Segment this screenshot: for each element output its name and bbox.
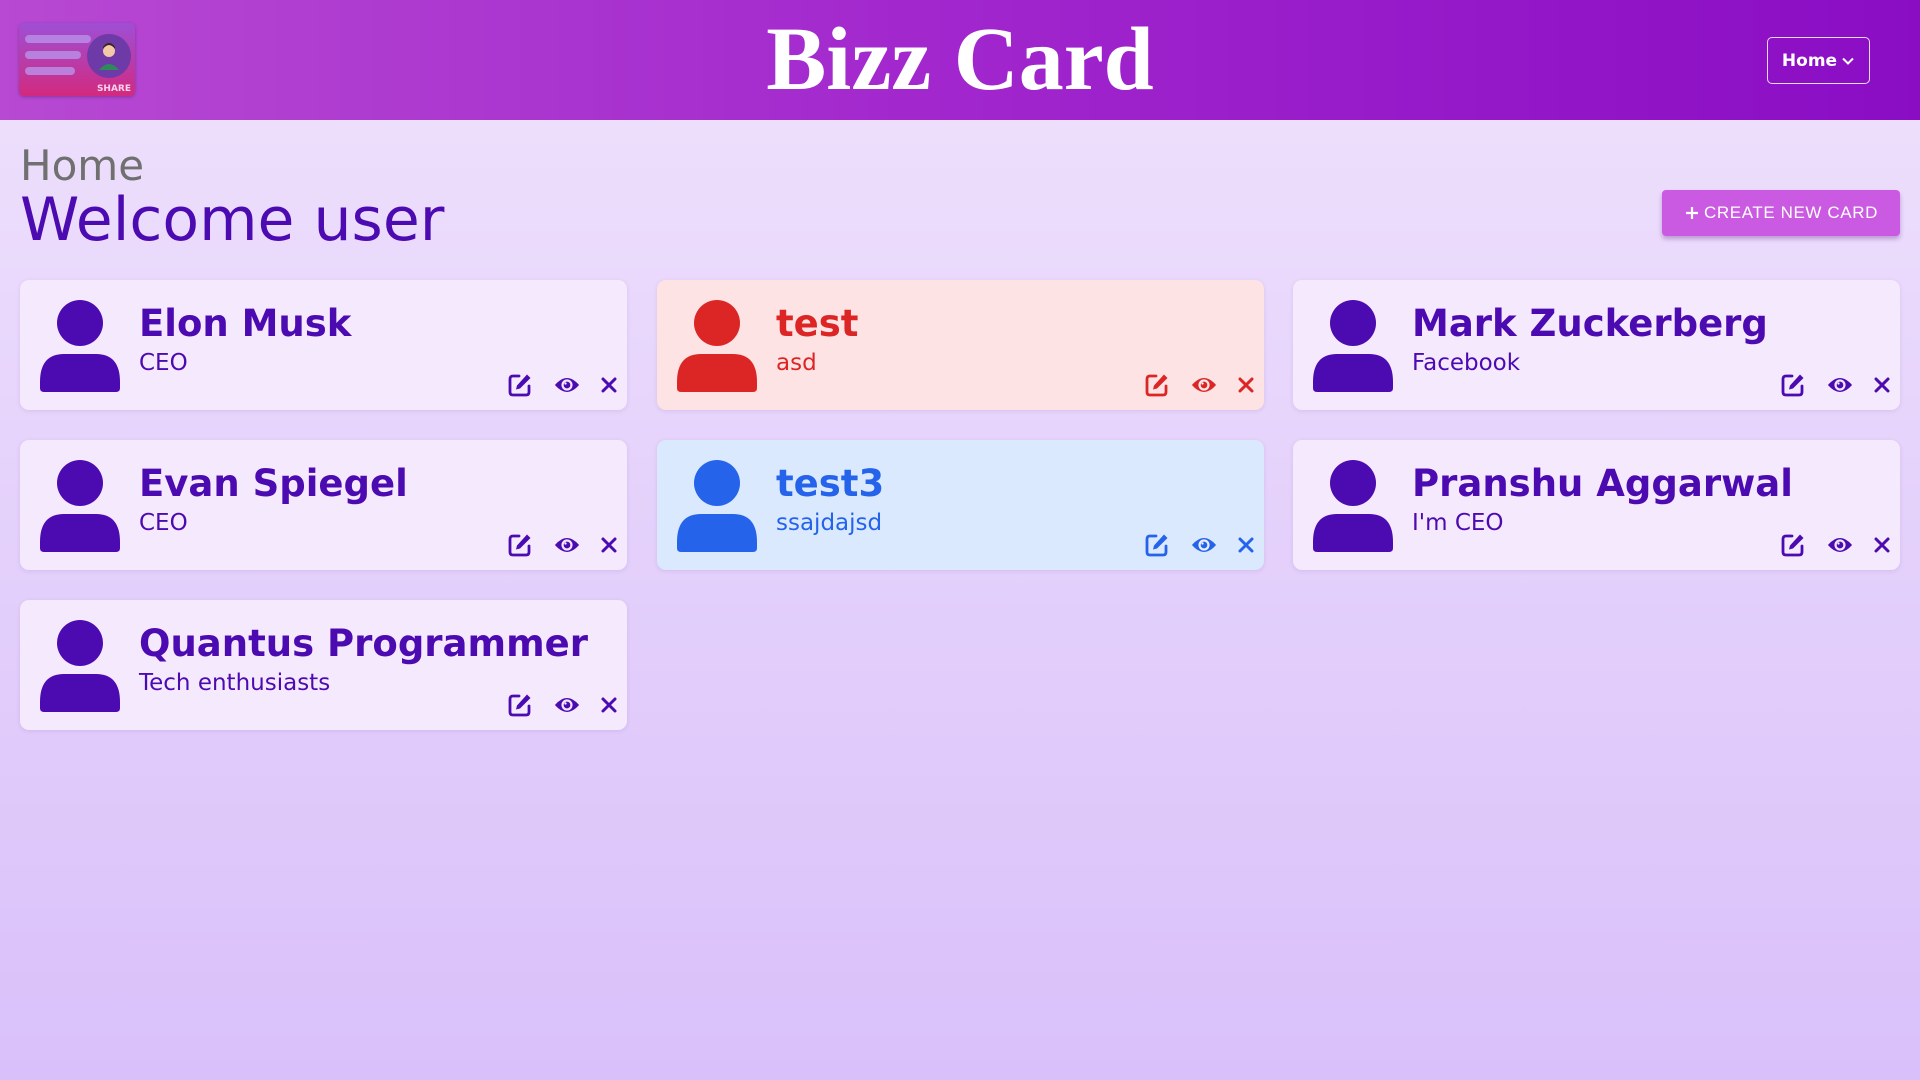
edit-icon <box>1145 534 1168 557</box>
edit-icon <box>508 374 531 397</box>
business-card[interactable]: test3 ssajdajsd <box>657 440 1264 570</box>
view-card-button[interactable] <box>1191 532 1217 558</box>
edit-icon <box>1781 534 1804 557</box>
edit-card-button[interactable] <box>1144 532 1170 558</box>
view-card-button[interactable] <box>1827 372 1853 398</box>
create-new-card-button[interactable]: CREATE NEW CARD <box>1662 190 1900 236</box>
business-card[interactable]: Mark Zuckerberg Facebook <box>1293 280 1900 410</box>
business-card[interactable]: Pranshu Aggarwal I'm CEO <box>1293 440 1900 570</box>
card-name: test <box>776 302 859 345</box>
card-name: Pranshu Aggarwal <box>1412 462 1793 505</box>
close-icon <box>1238 537 1254 553</box>
edit-card-button[interactable] <box>507 692 533 718</box>
user-icon <box>40 460 120 552</box>
create-new-card-label: CREATE NEW CARD <box>1704 203 1878 222</box>
card-subtitle: Tech enthusiasts <box>139 670 331 696</box>
card-name: Elon Musk <box>139 302 352 345</box>
card-name: Evan Spiegel <box>139 462 408 505</box>
card-subtitle: asd <box>776 350 817 376</box>
close-icon <box>601 537 617 553</box>
view-card-button[interactable] <box>554 692 580 718</box>
view-card-button[interactable] <box>1191 372 1217 398</box>
eye-icon <box>1191 538 1217 552</box>
eye-icon <box>1827 378 1853 392</box>
plus-icon <box>1686 207 1698 219</box>
business-card[interactable]: Elon Musk CEO <box>20 280 627 410</box>
delete-card-button[interactable] <box>1234 532 1258 558</box>
card-name: Quantus Programmer <box>139 622 588 665</box>
header-bar: SHARE Bizz Card Home <box>0 0 1920 120</box>
user-icon <box>677 300 757 392</box>
business-card[interactable]: Evan Spiegel CEO <box>20 440 627 570</box>
business-card[interactable]: Quantus Programmer Tech enthusiasts <box>20 600 627 730</box>
card-name: Mark Zuckerberg <box>1412 302 1768 345</box>
card-subtitle: CEO <box>139 510 188 536</box>
close-icon <box>1238 377 1254 393</box>
close-icon <box>1874 377 1890 393</box>
eye-icon <box>554 698 580 712</box>
delete-card-button[interactable] <box>597 692 621 718</box>
eye-icon <box>554 378 580 392</box>
business-card[interactable]: test asd <box>657 280 1264 410</box>
user-icon <box>1313 460 1393 552</box>
edit-icon <box>508 694 531 717</box>
card-name: test3 <box>776 462 885 505</box>
view-card-button[interactable] <box>554 372 580 398</box>
chevron-down-icon <box>1842 57 1854 65</box>
home-dropdown-button[interactable]: Home <box>1767 37 1870 84</box>
app-title: Bizz Card <box>766 10 1154 109</box>
card-subtitle: ssajdajsd <box>776 510 883 536</box>
delete-card-button[interactable] <box>1870 532 1894 558</box>
delete-card-button[interactable] <box>1870 372 1894 398</box>
close-icon <box>1874 537 1890 553</box>
page-title: Welcome user <box>20 185 445 255</box>
user-icon <box>40 300 120 392</box>
user-icon <box>677 460 757 552</box>
eye-icon <box>1827 538 1853 552</box>
eye-icon <box>1191 378 1217 392</box>
user-icon <box>1313 300 1393 392</box>
close-icon <box>601 697 617 713</box>
delete-card-button[interactable] <box>1234 372 1258 398</box>
edit-card-button[interactable] <box>1144 372 1170 398</box>
delete-card-button[interactable] <box>597 532 621 558</box>
card-subtitle: CEO <box>139 350 188 376</box>
view-card-button[interactable] <box>554 532 580 558</box>
home-dropdown-label: Home <box>1781 50 1838 71</box>
edit-icon <box>1781 374 1804 397</box>
edit-icon <box>508 534 531 557</box>
edit-icon <box>1145 374 1168 397</box>
edit-card-button[interactable] <box>507 532 533 558</box>
card-subtitle: Facebook <box>1412 350 1521 376</box>
user-icon <box>40 620 120 712</box>
delete-card-button[interactable] <box>597 372 621 398</box>
edit-card-button[interactable] <box>1780 532 1806 558</box>
edit-card-button[interactable] <box>507 372 533 398</box>
card-subtitle: I'm CEO <box>1412 510 1504 536</box>
close-icon <box>601 377 617 393</box>
view-card-button[interactable] <box>1827 532 1853 558</box>
edit-card-button[interactable] <box>1780 372 1806 398</box>
eye-icon <box>554 538 580 552</box>
